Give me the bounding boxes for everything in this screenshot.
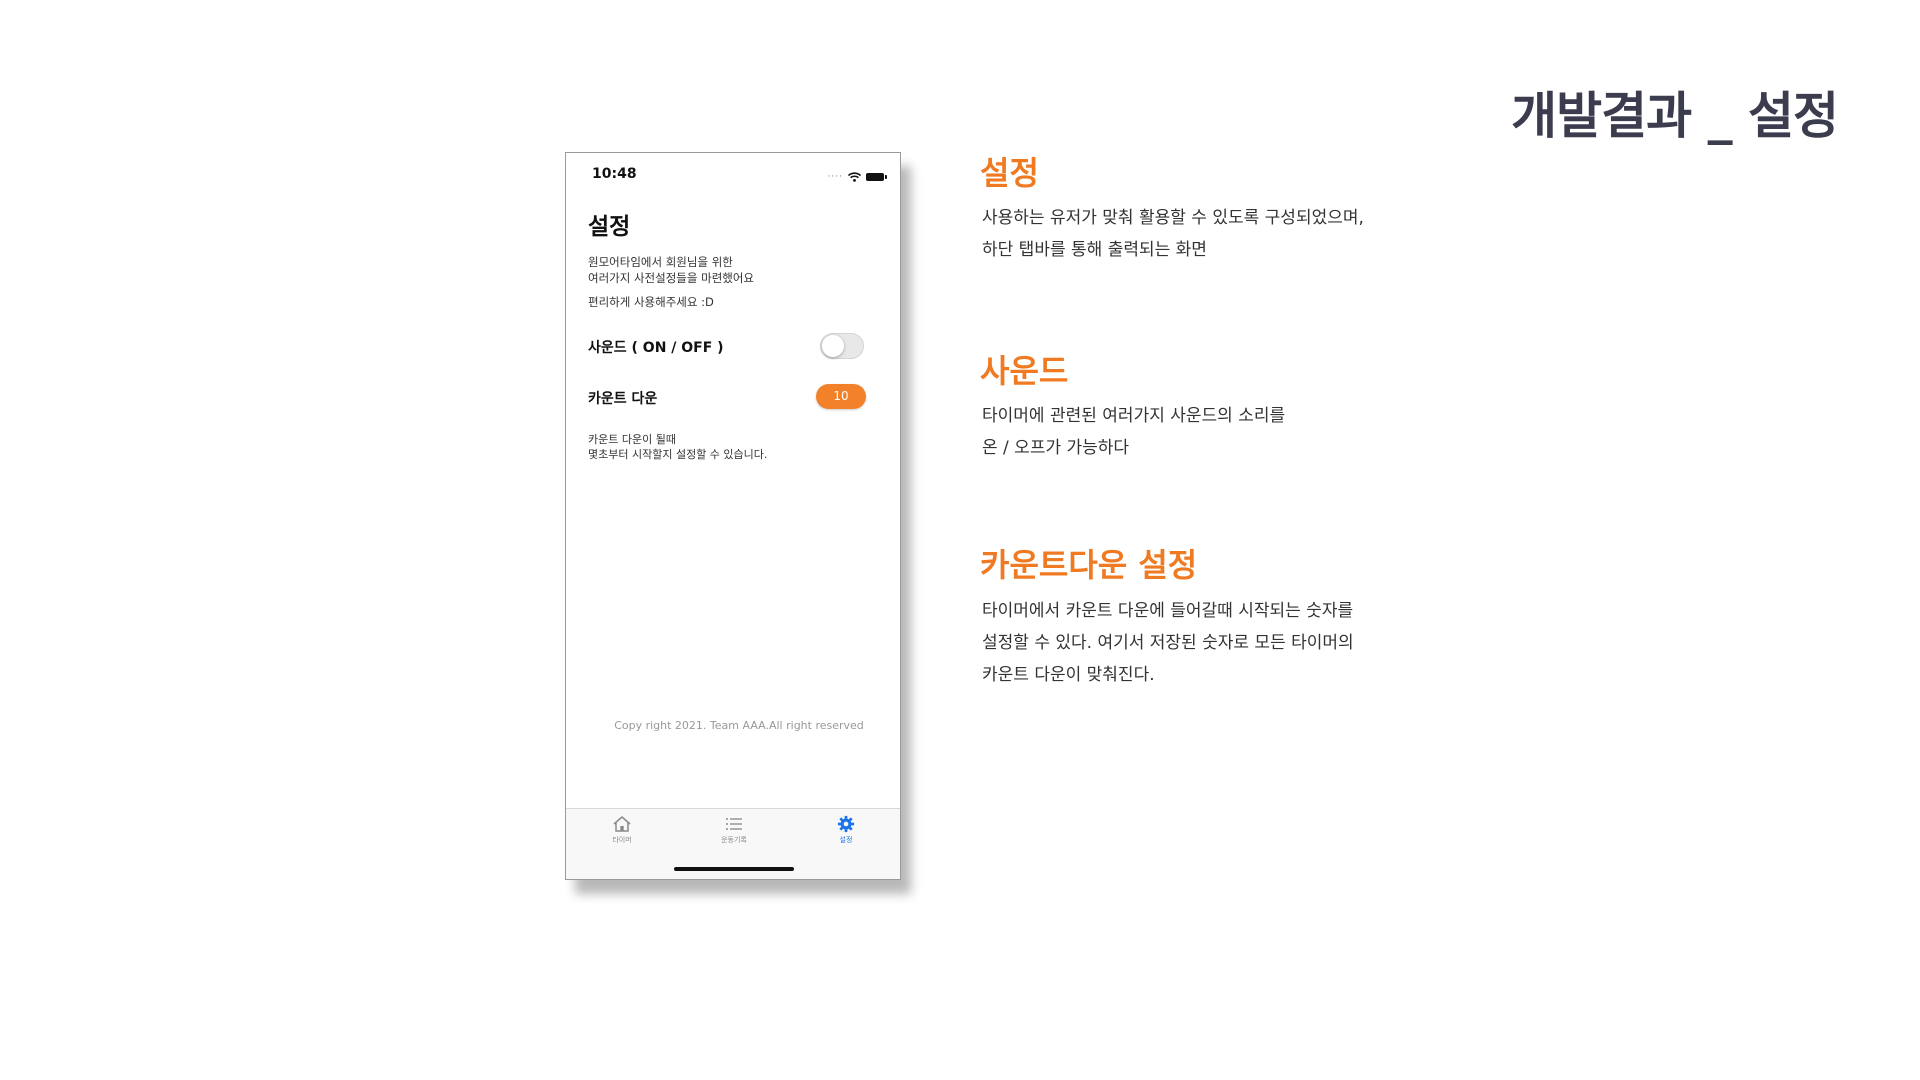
- section-heading-countdown: 카운트다운 설정: [980, 546, 1198, 584]
- section-line: 설정할 수 있다. 여기서 저장된 숫자로 모든 타이머의: [982, 633, 1354, 653]
- copyright-text: Copy right 2021. Team AAA.All right rese…: [614, 719, 864, 732]
- battery-icon: [866, 172, 887, 181]
- gear-icon: [806, 815, 886, 833]
- list-icon: [694, 815, 774, 833]
- status-icons: ····: [827, 167, 887, 186]
- section-line: 하단 탭바를 통해 출력되는 화면: [982, 240, 1207, 260]
- tab-label: 운동기록: [721, 836, 747, 844]
- home-icon: [582, 815, 662, 833]
- intro-line: 편리하게 사용해주세요 :D: [588, 295, 714, 309]
- status-time: 10:48: [592, 166, 637, 182]
- tab-workout-log[interactable]: 운동기록: [694, 815, 774, 845]
- slide: 개발결과 _ 설정 10:48 ···· 설정 원모어타임에서 회원님을 위한 …: [0, 0, 1920, 1080]
- section-heading-sound: 사운드: [980, 352, 1069, 390]
- screen-title: 설정: [588, 214, 631, 240]
- section-line: 타이머에서 카운트 다운에 들어갈때 시작되는 숫자를: [982, 601, 1354, 621]
- countdown-note-line: 카운트 다운이 될때: [588, 433, 676, 446]
- toggle-knob: [822, 335, 844, 357]
- intro-line: 원모어타임에서 회원님을 위한: [588, 255, 733, 269]
- section-heading-settings: 설정: [980, 154, 1039, 192]
- tab-settings[interactable]: 설정: [806, 815, 886, 845]
- sound-toggle[interactable]: [820, 333, 864, 359]
- countdown-note-line: 몇초부터 시작할지 설정할 수 있습니다.: [588, 448, 768, 461]
- section-line: 온 / 오프가 가능하다: [982, 438, 1130, 458]
- sound-setting-label: 사운드 ( ON / OFF ): [588, 340, 724, 356]
- tab-label: 설정: [839, 836, 853, 844]
- section-line: 카운트 다운이 맞춰진다.: [982, 665, 1155, 685]
- section-line: 타이머에 관련된 여러가지 사운드의 소리를: [982, 406, 1286, 426]
- tab-label: 타이머: [612, 836, 632, 844]
- countdown-value-button[interactable]: 10: [816, 384, 866, 409]
- tab-timer[interactable]: 타이머: [582, 815, 662, 845]
- slide-title: 개발결과 _ 설정: [1511, 87, 1839, 145]
- signal-icon: ····: [827, 171, 843, 182]
- section-line: 사용하는 유저가 맞춰 활용할 수 있도록 구성되었으며,: [982, 208, 1364, 228]
- phone-mockup: 10:48 ···· 설정 원모어타임에서 회원님을 위한 여러가지 사전설정들…: [565, 152, 901, 880]
- intro-line: 여러가지 사전설정들을 마련했어요: [588, 271, 755, 285]
- home-indicator: [674, 867, 794, 871]
- wifi-icon: [847, 167, 862, 186]
- status-bar: 10:48 ····: [566, 153, 900, 193]
- countdown-setting-label: 카운트 다운: [588, 391, 658, 407]
